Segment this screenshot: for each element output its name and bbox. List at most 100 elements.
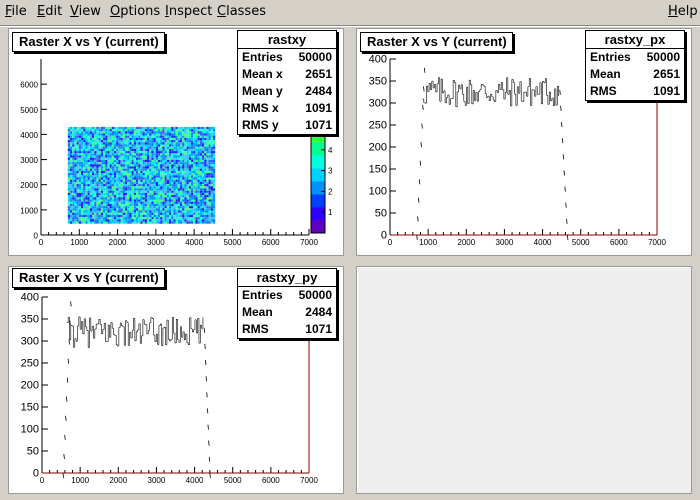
heatmap-cell bbox=[210, 212, 213, 215]
heatmap-cell bbox=[213, 168, 216, 171]
menu-classes[interactable]: Classes bbox=[217, 4, 266, 19]
menu-options[interactable]: Options bbox=[110, 4, 160, 19]
heatmap-cell bbox=[120, 188, 123, 191]
heatmap-cell bbox=[127, 201, 130, 204]
heatmap-cell bbox=[191, 140, 194, 143]
stats-box[interactable]: rastxy_py Entries 50000 Mean 2484 RMS 1071 bbox=[237, 268, 337, 339]
heatmap-cell bbox=[92, 208, 95, 211]
pad-rastxy[interactable]: 0 1000 2000 3000 4000 5000 6000 7000 0 1000 2000 30… bbox=[8, 28, 344, 256]
heatmap-cell bbox=[109, 168, 112, 171]
heatmap-cell bbox=[210, 126, 213, 130]
menu-view[interactable]: View bbox=[70, 4, 101, 19]
heatmap-cell bbox=[191, 175, 194, 178]
heatmap-cell bbox=[98, 219, 101, 222]
heatmap-cell bbox=[151, 142, 154, 145]
heatmap-cell bbox=[149, 159, 152, 163]
heatmap-cell bbox=[155, 142, 158, 145]
heatmap-cell bbox=[89, 177, 92, 180]
heatmap-cell bbox=[140, 212, 143, 215]
heatmap-cell bbox=[151, 188, 154, 191]
heatmap-cell bbox=[204, 129, 207, 132]
heatmap-cell bbox=[107, 219, 110, 222]
heatmap-cell bbox=[96, 188, 99, 191]
stats-box[interactable]: rastxy Entries 50000 Mean x 2651 Mean y 248… bbox=[237, 30, 337, 135]
heatmap-cell bbox=[87, 148, 90, 152]
heatmap-cell bbox=[162, 129, 165, 132]
heatmap-cell bbox=[118, 146, 121, 149]
heatmap-cell bbox=[98, 181, 101, 185]
heatmap-cell bbox=[142, 135, 145, 138]
heatmap-cell bbox=[188, 155, 191, 158]
heatmap-cell bbox=[186, 162, 189, 165]
heatmap-cell bbox=[109, 179, 112, 182]
heatmap-cell bbox=[81, 144, 84, 147]
heatmap-cell bbox=[96, 219, 99, 222]
heatmap-cell bbox=[116, 162, 119, 165]
heatmap-cell bbox=[120, 140, 123, 143]
heatmap-cell bbox=[195, 179, 198, 182]
heatmap-cell bbox=[173, 151, 176, 154]
heatmap-cell bbox=[83, 144, 86, 147]
heatmap-cell bbox=[138, 146, 141, 149]
heatmap-cell bbox=[92, 184, 95, 187]
heatmap-cell bbox=[107, 131, 110, 134]
heatmap-cell bbox=[81, 181, 84, 185]
heatmap-cell bbox=[120, 212, 123, 215]
heatmap-cell bbox=[125, 151, 128, 154]
heatmap-cell bbox=[138, 140, 141, 143]
heatmap-cell bbox=[153, 221, 156, 224]
heatmap-cell bbox=[92, 190, 95, 193]
heatmap-cell bbox=[191, 219, 194, 222]
heatmap-cell bbox=[92, 157, 95, 160]
heatmap-cell bbox=[118, 208, 121, 211]
heatmap-cell bbox=[158, 148, 161, 152]
menu-file[interactable]: File bbox=[5, 4, 27, 19]
heatmap-cell bbox=[206, 201, 209, 204]
heatmap-cell bbox=[158, 126, 161, 130]
pad-rastxy-py[interactable]: 0 1000 2000 3000 4000 5000 6000 7000 0 50 100 150 20… bbox=[8, 266, 344, 494]
heatmap-cell bbox=[94, 177, 97, 180]
menu-help[interactable]: Help bbox=[668, 4, 698, 19]
menu-edit[interactable]: Edit bbox=[37, 4, 62, 19]
heatmap-cell bbox=[208, 153, 211, 156]
heatmap-cell bbox=[202, 144, 205, 147]
pad-empty[interactable] bbox=[356, 266, 692, 494]
heatmap-cell bbox=[72, 217, 75, 220]
heatmap-cell bbox=[147, 168, 150, 171]
heatmap-cell bbox=[184, 208, 187, 211]
heatmap-cell bbox=[125, 181, 128, 185]
heatmap-cell bbox=[213, 177, 216, 180]
heatmap-cell bbox=[76, 195, 79, 198]
heatmap-cell bbox=[210, 133, 213, 136]
heatmap-cell bbox=[103, 151, 106, 154]
heatmap-cell bbox=[210, 173, 213, 176]
heatmap-cell bbox=[151, 179, 154, 182]
menu-inspect[interactable]: Inspect bbox=[165, 4, 212, 19]
heatmap-cell bbox=[180, 131, 183, 134]
heatmap-cell bbox=[155, 155, 158, 158]
heatmap-cell bbox=[204, 153, 207, 156]
heatmap-cell bbox=[87, 155, 90, 158]
heatmap-cell bbox=[206, 221, 209, 224]
heatmap-cell bbox=[160, 186, 163, 189]
heatmap-cell bbox=[199, 126, 202, 130]
heatmap-cell bbox=[204, 212, 207, 215]
stats-box[interactable]: rastxy_px Entries 50000 Mean 2651 RMS 1091 bbox=[585, 30, 685, 101]
heatmap-cell bbox=[96, 131, 99, 134]
heatmap-cell bbox=[173, 142, 176, 145]
heatmap-cell bbox=[96, 129, 99, 132]
heatmap-cell bbox=[202, 214, 205, 218]
heatmap-cell bbox=[173, 221, 176, 224]
heatmap-cell bbox=[197, 206, 200, 209]
heatmap-cell bbox=[125, 166, 128, 169]
heatmap-cell bbox=[138, 197, 141, 200]
heatmap-cell bbox=[210, 208, 213, 211]
heatmap-cell bbox=[140, 170, 143, 174]
pad-rastxy-px[interactable]: 0 1000 2000 3000 4000 5000 6000 7000 0 50 100 150 20… bbox=[356, 28, 692, 256]
heatmap-cell bbox=[129, 203, 132, 207]
heatmap-cell bbox=[94, 168, 97, 171]
heatmap-cell bbox=[180, 151, 183, 154]
heatmap-cell bbox=[105, 168, 108, 171]
heatmap-cell bbox=[160, 170, 163, 174]
heatmap-cell bbox=[204, 190, 207, 193]
